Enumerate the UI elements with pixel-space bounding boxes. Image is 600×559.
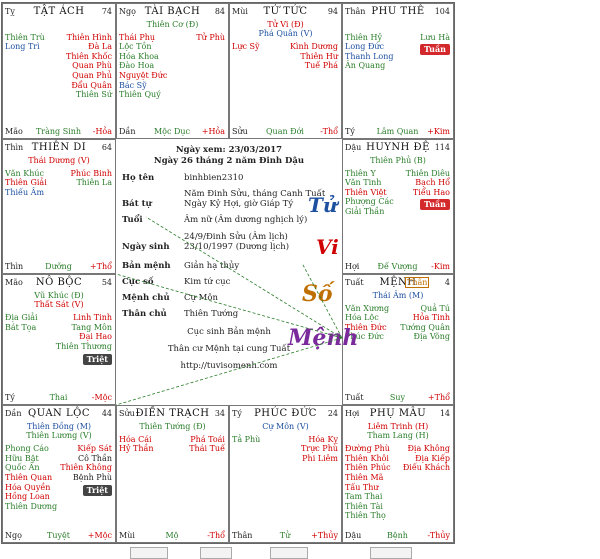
toolbar-thumb-1[interactable] [130, 547, 168, 559]
horoscope-grid: Tỵ TẬT ÁCH 74 Thiên Trù Long Trì Thiên Hình Đà… [1, 2, 455, 544]
toolbar-thumb-4[interactable] [370, 547, 412, 559]
toolbar-thumb-3[interactable] [270, 547, 308, 559]
tam-hop-lines [115, 216, 343, 406]
bottom-toolbar-strip [100, 547, 460, 559]
toolbar-thumb-2[interactable] [200, 547, 232, 559]
